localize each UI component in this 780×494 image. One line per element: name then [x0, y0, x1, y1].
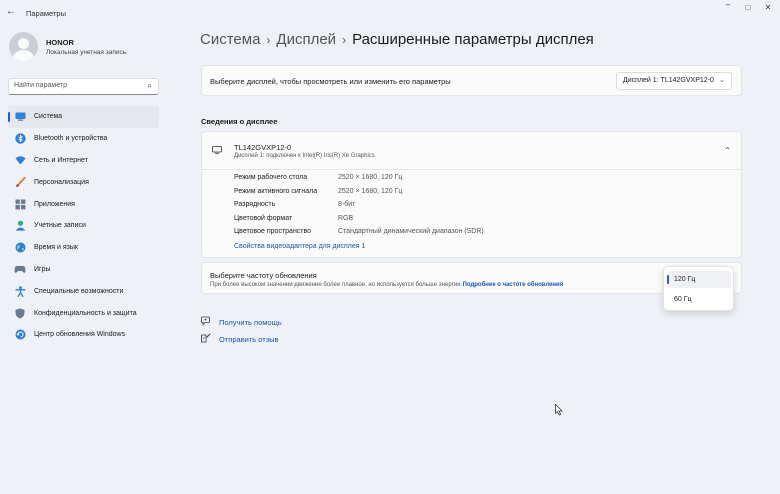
sidebar-item-label: Учетные записи: [34, 222, 86, 230]
display-info-card: TL142GVXP12-0 Дисплей 1: подключен к Int…: [201, 131, 742, 258]
title-bar: ← Параметры – □ ✕: [0, 0, 780, 26]
monitor-name: TL142GVXP12-0: [234, 143, 292, 152]
avatar[interactable]: [9, 32, 38, 61]
get-help-link[interactable]: Получить помощь: [201, 316, 282, 328]
sidebar-item-label: Персонализация: [34, 178, 89, 186]
sidebar: HONOR Локальная учетная запись ⌕ Система…: [0, 26, 170, 494]
sidebar-item-label: Система: [34, 113, 63, 121]
accounts-icon: [14, 220, 26, 232]
info-value: 8-бит: [338, 201, 356, 209]
sidebar-item-apps[interactable]: Приложения: [8, 193, 159, 215]
info-row-color-format: Цветовой формат RGB: [234, 215, 484, 229]
refresh-rate-title: Выберите частоту обновления: [210, 271, 317, 280]
refresh-option-60[interactable]: 60 Гц: [667, 291, 731, 308]
info-key: Цветовое пространство: [234, 228, 312, 236]
sidebar-item-label: Bluetooth и устройства: [34, 135, 108, 143]
feedback-icon: [201, 333, 213, 345]
sidebar-item-privacy[interactable]: Конфиденциальность и защита: [8, 302, 159, 324]
sidebar-item-accounts[interactable]: Учетные записи: [8, 215, 159, 237]
breadcrumb-display[interactable]: Дисплей: [276, 31, 336, 48]
globe-icon: [14, 242, 26, 254]
info-value: RGB: [338, 214, 354, 222]
help-chat-icon: [201, 316, 213, 328]
sidebar-item-time-language[interactable]: Время и язык: [8, 237, 159, 259]
info-row-color-space: Цветовое пространство Стандартный динами…: [234, 228, 484, 242]
refresh-rate-card: Выберите частоту обновления При более вы…: [201, 262, 742, 294]
send-feedback-label: Отправить отзыв: [219, 334, 279, 344]
info-key: Режим активного сигнала: [234, 187, 318, 195]
breadcrumb: Система › Дисплей › Расширенные параметры ди…: [200, 31, 594, 48]
refresh-rate-description: При более высоком значении движение боле…: [210, 282, 563, 288]
sidebar-item-label: Специальные возможности: [34, 287, 124, 295]
monitor-icon: [212, 146, 222, 154]
avatar-head-shape: [18, 38, 29, 49]
minimize-button[interactable]: –: [720, 0, 736, 9]
info-row-bit-depth: Разрядность 8-бит: [234, 201, 484, 215]
mouse-cursor-icon: [555, 404, 563, 416]
display-selector-label: Выберите дисплей, чтобы просмотреть или …: [210, 77, 451, 86]
info-key: Разрядность: [234, 201, 276, 209]
info-value: 2520 × 1680, 120 Гц: [338, 174, 403, 181]
display-info-rows: Режим рабочего стола 2520 × 1680, 120 Гц…: [234, 174, 484, 242]
sidebar-item-label: Время и язык: [34, 244, 78, 252]
send-feedback-link[interactable]: Отправить отзыв: [201, 333, 279, 345]
avatar-body-shape: [13, 50, 34, 61]
refresh-option-120[interactable]: 120 Гц: [667, 271, 731, 288]
maximize-button[interactable]: □: [740, 3, 756, 12]
display-select-dropdown[interactable]: Дисплей 1: TL142GVXP12-0 ⌄: [616, 72, 732, 90]
window-title: Параметры: [26, 9, 66, 18]
bluetooth-icon: [14, 133, 26, 145]
update-icon: [14, 329, 26, 341]
refresh-rate-more-link[interactable]: Подробнее о частоте обновления: [463, 282, 564, 288]
sidebar-nav: Система Bluetooth и устройства Сеть и Ин…: [8, 106, 159, 346]
refresh-rate-dropdown: 120 Гц 60 Гц: [663, 266, 734, 311]
gamepad-icon: [14, 263, 26, 275]
sidebar-item-label: Приложения: [34, 200, 75, 208]
info-row-signal-mode: Режим активного сигнала 2520 × 1680, 120…: [234, 188, 484, 202]
sidebar-item-label: Конфиденциальность и защита: [34, 309, 137, 317]
back-arrow-icon[interactable]: ←: [6, 6, 16, 17]
info-key: Цветовой формат: [234, 214, 293, 222]
sidebar-item-bluetooth[interactable]: Bluetooth и устройства: [8, 128, 159, 150]
sidebar-item-network[interactable]: Сеть и Интернет: [8, 150, 159, 172]
sidebar-item-label: Центр обновления Windows: [34, 331, 126, 339]
sidebar-item-personalization[interactable]: Персонализация: [8, 171, 159, 193]
chevron-down-icon: ⌄: [719, 77, 725, 84]
chevron-up-icon[interactable]: ⌃: [724, 146, 731, 155]
refresh-rate-description-text: При более высоком значении движение боле…: [210, 282, 461, 288]
user-name: HONOR: [46, 38, 74, 47]
info-value: Стандартный динамический диапазон (SDR): [338, 228, 484, 236]
search-box[interactable]: ⌕: [8, 78, 159, 95]
breadcrumb-separator: ›: [342, 33, 347, 47]
breadcrumb-system[interactable]: Система: [200, 31, 260, 48]
sidebar-item-gaming[interactable]: Игры: [8, 259, 159, 281]
wifi-icon: [14, 154, 26, 166]
close-button[interactable]: ✕: [760, 3, 776, 12]
sidebar-item-system[interactable]: Система: [8, 106, 159, 128]
info-key: Режим рабочего стола: [234, 174, 308, 181]
sidebar-item-windows-update[interactable]: Центр обновления Windows: [8, 324, 159, 346]
monitor-subtitle: Дисплей 1: подключен к Intel(R) Iris(R) …: [234, 153, 375, 159]
system-icon: [14, 111, 26, 123]
user-account-type: Локальная учетная запись: [46, 49, 127, 56]
section-title-display-info: Сведения о дисплее: [201, 117, 278, 126]
shield-icon: [14, 307, 26, 319]
sidebar-item-label: Игры: [34, 265, 51, 273]
get-help-label: Получить помощь: [219, 317, 282, 327]
page-title: Расширенные параметры дисплея: [352, 31, 594, 48]
accessibility-icon: [14, 285, 26, 297]
info-row-desktop-mode: Режим рабочего стола 2520 × 1680, 120 Гц: [234, 174, 484, 188]
breadcrumb-separator: ›: [266, 33, 271, 47]
sidebar-item-label: Сеть и Интернет: [34, 156, 88, 164]
display-info-header[interactable]: TL142GVXP12-0 Дисплей 1: подключен к Int…: [202, 132, 741, 170]
adapter-properties-link[interactable]: Свойства видеоадаптера для дисплея 1: [234, 243, 365, 250]
display-select-value: Дисплей 1: TL142GVXP12-0: [623, 77, 714, 84]
apps-icon: [14, 198, 26, 210]
brush-icon: [14, 176, 26, 188]
display-selector-card: Выберите дисплей, чтобы просмотреть или …: [201, 65, 742, 96]
search-icon[interactable]: ⌕: [148, 81, 152, 91]
search-input[interactable]: [14, 82, 134, 89]
info-value: 2520 × 1680, 120 Гц: [338, 187, 403, 195]
sidebar-item-accessibility[interactable]: Специальные возможности: [8, 280, 159, 302]
